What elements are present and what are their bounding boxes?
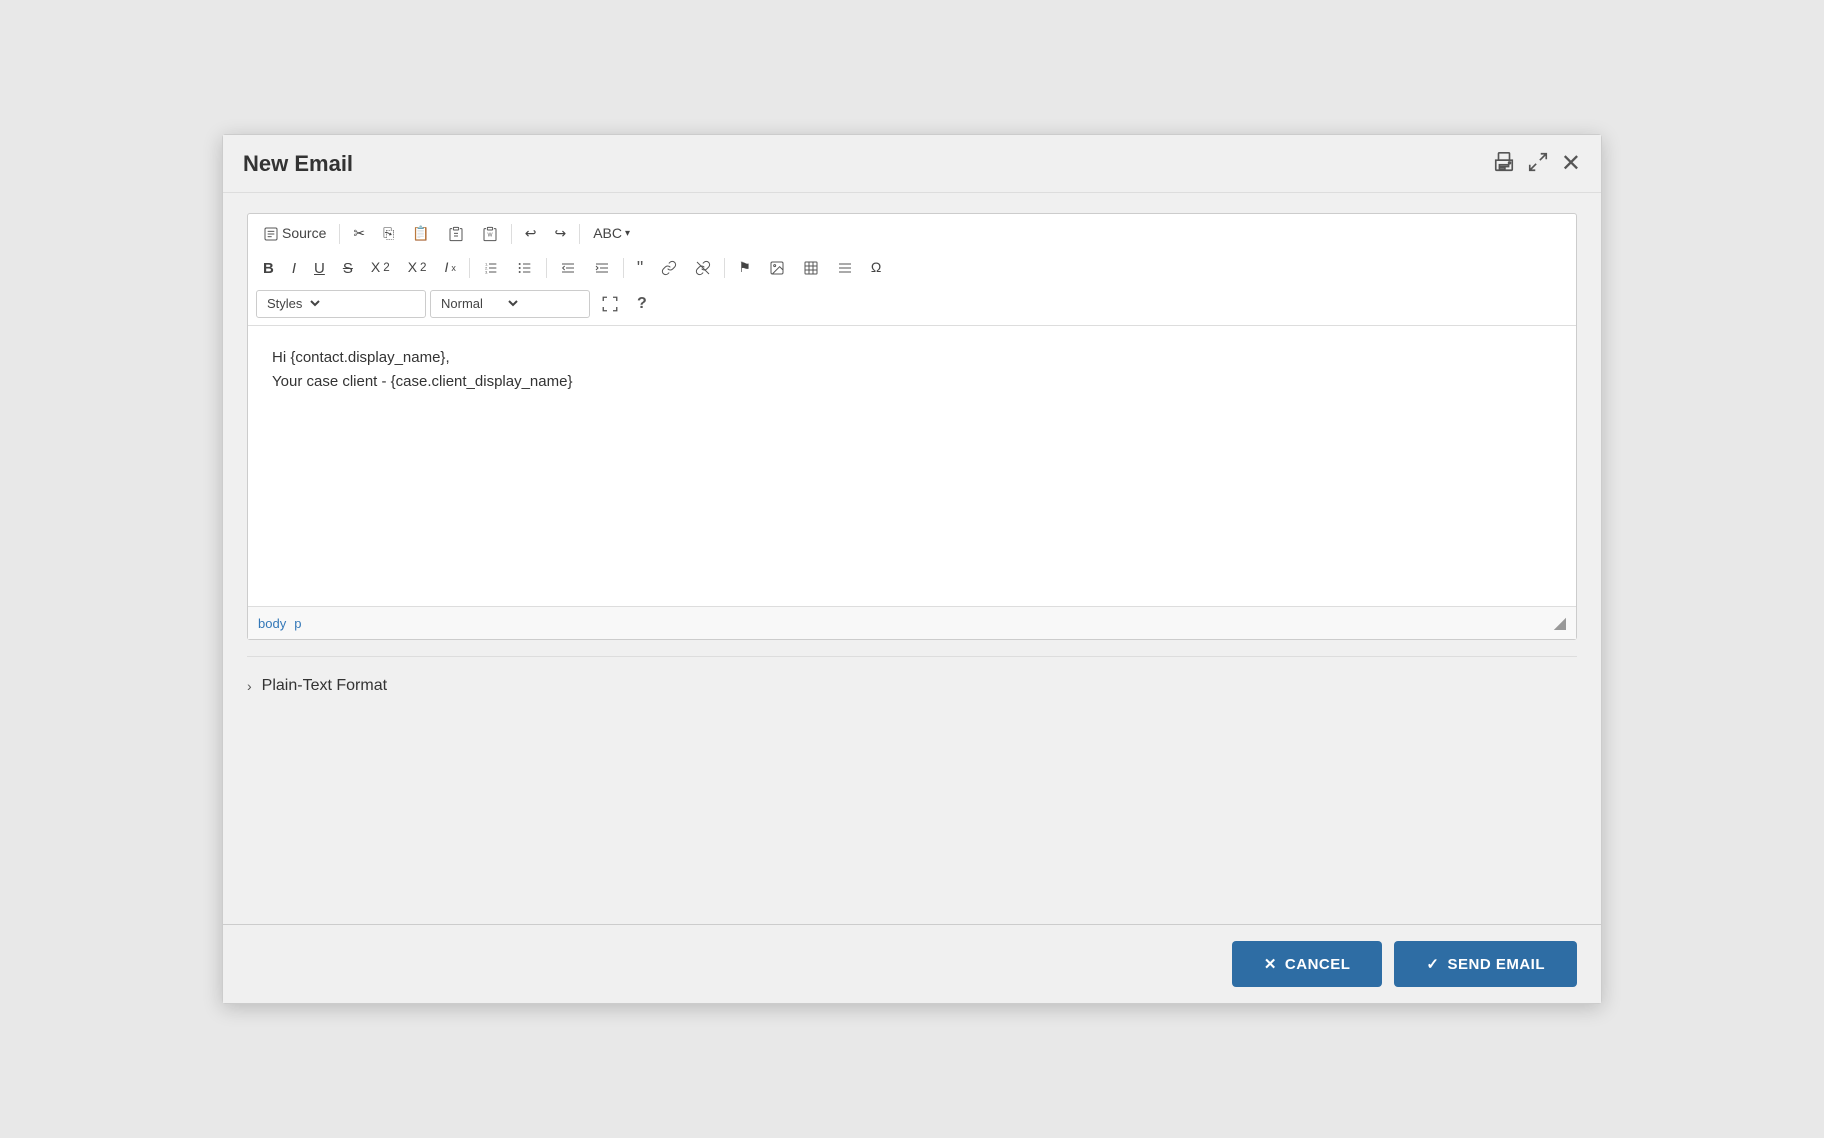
svg-text:W: W [487,232,493,238]
spellcheck-button[interactable]: ABC ▾ [586,220,637,248]
dialog-title: New Email [243,151,353,177]
format-select-wrapper[interactable]: Normal Heading 1 Heading 2 Heading 3 [430,290,590,318]
editor-wrapper: Source ✂ ⎘ 📋 [247,213,1577,640]
cancel-label: CANCEL [1285,956,1351,973]
flag-button[interactable]: ⚑ [731,254,758,282]
dialog-body: Source ✂ ⎘ 📋 [223,193,1601,924]
editor-content[interactable]: Hi {contact.display_name}, Your case cli… [248,326,1576,606]
italic-button[interactable]: I [285,254,303,283]
paste-text-button[interactable] [441,222,471,246]
underline-button[interactable]: U [307,254,332,283]
dialog-footer: ✕ CANCEL ✓ SEND EMAIL [223,924,1601,1003]
dialog-header: New Email ✕ [223,135,1601,193]
strikethrough-button[interactable]: S [336,254,360,283]
toolbar-row-3: Styles Normal Heading 1 Heading 2 Headin… [256,289,1568,319]
align-button[interactable] [830,256,860,280]
svg-text:3.: 3. [485,270,488,275]
bold-button[interactable]: B [256,254,281,283]
send-label: SEND EMAIL [1447,956,1545,973]
indent-button[interactable] [587,256,617,280]
link-button[interactable] [654,256,684,280]
subscript-button[interactable]: X2 [364,254,397,282]
unlink-button[interactable] [688,256,718,280]
editor-path: body p [258,616,301,631]
plain-text-label: Plain-Text Format [262,677,387,695]
new-email-dialog: New Email ✕ [222,134,1602,1004]
toolbar-row-1: Source ✂ ⎘ 📋 [256,220,1568,248]
copy-button[interactable]: ⎘ [376,220,401,248]
editor-line-2: Your case client - {case.client_display_… [272,370,1552,394]
superscript-button[interactable]: X2 [401,254,434,282]
fullscreen-button[interactable] [594,291,626,317]
toolbar: Source ✂ ⎘ 📋 [248,214,1576,326]
toolbar-row-2: B I U S X2 X2 Ix 1. 2. [256,252,1568,285]
outdent-button[interactable] [553,256,583,280]
image-button[interactable] [762,256,792,280]
separator-6 [623,258,624,278]
special-char-button[interactable]: Ω [864,254,888,282]
send-check-icon: ✓ [1426,955,1439,973]
paste-word-button[interactable]: W [475,222,505,246]
cut-button[interactable]: ✂ [346,220,372,248]
plain-text-section: › Plain-Text Format [247,656,1577,699]
expand-icon[interactable] [1527,151,1549,177]
chevron-right-icon: › [247,678,252,694]
table-button[interactable] [796,256,826,280]
separator-7 [724,258,725,278]
path-p[interactable]: p [294,616,301,631]
blockquote-button[interactable]: " [630,252,650,285]
source-button[interactable]: Source [256,220,333,248]
send-email-button[interactable]: ✓ SEND EMAIL [1394,941,1577,987]
editor-line-1: Hi {contact.display_name}, [272,346,1552,370]
separator-4 [469,258,470,278]
help-button[interactable]: ? [630,289,654,319]
path-body[interactable]: body [258,616,286,631]
close-icon[interactable]: ✕ [1561,149,1581,178]
format-select[interactable]: Normal Heading 1 Heading 2 Heading 3 [437,295,521,312]
unordered-list-button[interactable] [510,256,540,280]
cancel-x-icon: ✕ [1264,955,1277,973]
styles-select-wrapper[interactable]: Styles [256,290,426,318]
undo-button[interactable]: ↩ [518,220,544,248]
separator-3 [579,224,580,244]
editor-footer: body p ◢ [248,606,1576,639]
cancel-button[interactable]: ✕ CANCEL [1232,941,1383,987]
separator-1 [339,224,340,244]
header-icons: ✕ [1493,149,1581,178]
plain-text-header[interactable]: › Plain-Text Format [247,673,1577,699]
separator-5 [546,258,547,278]
ordered-list-button[interactable]: 1. 2. 3. [476,256,506,280]
resize-handle[interactable]: ◢ [1554,613,1566,633]
redo-button[interactable]: ↪ [547,220,573,248]
print-icon[interactable] [1493,151,1515,177]
paste-button[interactable]: 📋 [405,220,436,248]
styles-select[interactable]: Styles [263,295,323,312]
clear-format-button[interactable]: Ix [438,254,463,282]
separator-2 [511,224,512,244]
